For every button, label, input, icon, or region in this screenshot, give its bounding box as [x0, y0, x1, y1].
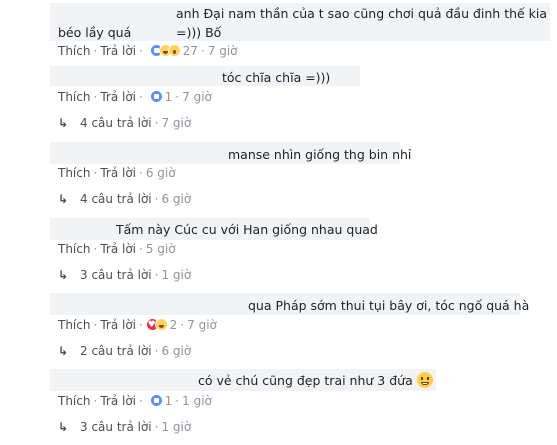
comment-actions: Thích · Trả lời · 6 giờ [58, 166, 176, 180]
view-replies-link[interactable]: ↳ 3 câu trả lời · 1 giờ [58, 267, 191, 283]
comment-text: tóc chĩa chĩa =))) [222, 70, 331, 85]
replies-time: 1 giờ [161, 420, 192, 434]
view-replies-link[interactable]: ↳ 2 câu trả lời · 6 giờ [58, 343, 191, 359]
reply-link[interactable]: Trả lời [100, 44, 136, 58]
comment-actions: Thích·Trả lời· 2·7 giờ [58, 317, 217, 333]
comment-text: có vẻ chú cũng đẹp trai như 3 đứa [198, 371, 433, 390]
reply-link[interactable]: Trả lời [100, 90, 136, 104]
comment-actions: Thích · Trả lời · 1 · 7 giờ [58, 90, 212, 104]
replies-count[interactable]: 3 câu trả lời [80, 268, 152, 282]
view-replies-link[interactable]: ↳ 4 câu trả lời · 6 giờ [58, 191, 191, 207]
comment-time[interactable]: 5 giờ [146, 242, 176, 256]
comment-time[interactable]: 6 giờ [146, 166, 176, 180]
reply-link[interactable]: Trả lời [100, 242, 136, 256]
like-reaction-icon [149, 90, 163, 103]
like-link[interactable]: Thích [58, 242, 90, 256]
replies-time: 6 giờ [161, 344, 192, 358]
haha-reaction-icon [154, 318, 168, 331]
reply-arrow-icon: ↳ [58, 420, 69, 434]
comment-text: qua Pháp sớm thui tụi bây ơi, tóc ngố qu… [248, 298, 530, 313]
replies-time: 1 giờ [161, 268, 192, 282]
replies-count[interactable]: 2 câu trả lời [80, 344, 152, 358]
comment-text-line2: béo lầy quá [58, 25, 132, 40]
comment-text-body: có vẻ chú cũng đẹp trai như 3 đứa [198, 373, 413, 388]
reply-arrow-icon: ↳ [58, 116, 69, 130]
comment-time[interactable]: 1 giờ [182, 394, 212, 408]
replies-count[interactable]: 4 câu trả lời [80, 192, 152, 206]
reply-link[interactable]: Trả lời [100, 166, 136, 180]
view-replies-link[interactable]: ↳ 4 câu trả lời · 7 giờ [58, 115, 191, 131]
comment-actions: Thích · Trả lời · 5 giờ [58, 242, 176, 256]
replies-count[interactable]: 3 câu trả lời [80, 420, 152, 434]
reply-link[interactable]: Trả lời [100, 394, 136, 408]
like-reaction-icon [149, 394, 163, 407]
comment-time[interactable]: 7 giờ [208, 44, 238, 58]
comment-text: manse nhìn giống thg bin nhỉ [228, 147, 412, 162]
like-link[interactable]: Thích [58, 90, 90, 104]
reply-arrow-icon: ↳ [58, 344, 69, 358]
reply-arrow-icon: ↳ [58, 192, 69, 206]
reaction-summary[interactable]: 1 [149, 394, 172, 408]
comment-text: Tấm này Cúc cu với Han giống nhau quad [116, 222, 378, 237]
replies-count[interactable]: 4 câu trả lời [80, 116, 152, 130]
comment-actions: Thích · Trả lời · 1 · 1 giờ [58, 394, 212, 408]
replies-time: 6 giờ [161, 192, 192, 206]
reaction-summary[interactable]: 27 [149, 44, 198, 58]
like-link[interactable]: Thích [58, 318, 90, 332]
wow-reaction-icon [167, 44, 181, 57]
reaction-count: 27 [182, 44, 198, 58]
reaction-summary[interactable]: 1 [149, 90, 172, 104]
reaction-summary[interactable]: 2 [145, 317, 177, 333]
comment-actions: Thích · Trả lời · 27 · 7 giờ [58, 44, 238, 58]
reply-arrow-icon: ↳ [58, 268, 69, 282]
comment-time[interactable]: 7 giờ [187, 318, 217, 332]
grinning-face-emoji-icon [416, 372, 433, 388]
reply-link[interactable]: Trả lời [100, 318, 136, 332]
comment-text: anh Đại nam thần của t sao cũng chơi quả… [176, 6, 548, 40]
replies-time: 7 giờ [161, 116, 192, 130]
like-link[interactable]: Thích [58, 394, 90, 408]
comment-time[interactable]: 7 giờ [182, 90, 212, 104]
view-replies-link[interactable]: ↳ 3 câu trả lời · 1 giờ [58, 419, 191, 435]
like-link[interactable]: Thích [58, 44, 90, 58]
like-link[interactable]: Thích [58, 166, 90, 180]
